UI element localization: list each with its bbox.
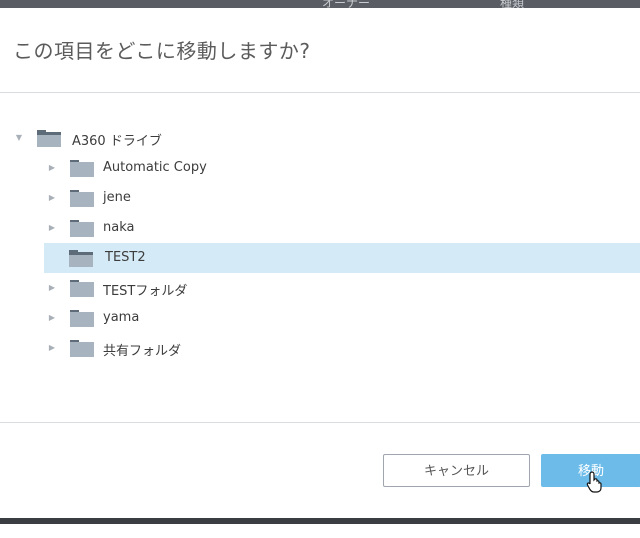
expand-right-icon[interactable]: ▶ [47,313,57,323]
expand-right-icon[interactable]: ▶ [47,163,57,173]
column-header-owner: オーナー [322,0,371,8]
column-header-type: 種類 [500,0,525,8]
tree-item-label: yama [103,310,140,325]
move-dialog: この項目をどこに移動しますか? ▼ A360 ドライブ ▶ Automatic … [0,8,640,518]
tree-item-naka[interactable]: ▶ naka [0,213,640,243]
folder-open-icon [37,130,61,147]
cancel-button[interactable]: キャンセル [383,454,530,487]
footer-divider [0,422,640,423]
dialog-title: この項目をどこに移動しますか? [13,39,311,63]
folder-icon [70,340,94,357]
tree-item-label: naka [103,220,135,235]
folder-icon [70,160,94,177]
title-divider [0,92,640,93]
expand-right-icon[interactable]: ▶ [47,283,57,293]
background-footer [0,518,640,538]
tree-item-test2[interactable]: TEST2 [44,243,640,273]
tree-item-shared-folder[interactable]: ▶ 共有フォルダ [0,333,640,363]
expand-down-icon[interactable]: ▼ [14,133,24,143]
folder-open-icon [69,250,93,267]
tree-item-label: 共有フォルダ [103,344,182,359]
tree-item-label: jene [103,190,131,205]
folder-icon [70,310,94,327]
background-header: オーナー 種類 [0,0,640,8]
tree-item-test-folder[interactable]: ▶ TESTフォルダ [0,273,640,303]
hand-pointer-icon [586,471,602,493]
tree-item-root[interactable]: ▼ A360 ドライブ [0,123,640,153]
tree-item-label: TESTフォルダ [103,284,188,299]
tree-item-label: A360 ドライブ [72,134,162,149]
expand-right-icon[interactable]: ▶ [47,193,57,203]
folder-icon [70,190,94,207]
tree-item-yama[interactable]: ▶ yama [0,303,640,333]
folder-icon [70,220,94,237]
tree-item-label: TEST2 [105,250,146,265]
tree-item-automatic-copy[interactable]: ▶ Automatic Copy [0,153,640,183]
tree-item-label: Automatic Copy [103,160,207,175]
expand-right-icon[interactable]: ▶ [47,223,57,233]
tree-item-jene[interactable]: ▶ jene [0,183,640,213]
folder-icon [70,280,94,297]
expand-right-icon[interactable]: ▶ [47,343,57,353]
